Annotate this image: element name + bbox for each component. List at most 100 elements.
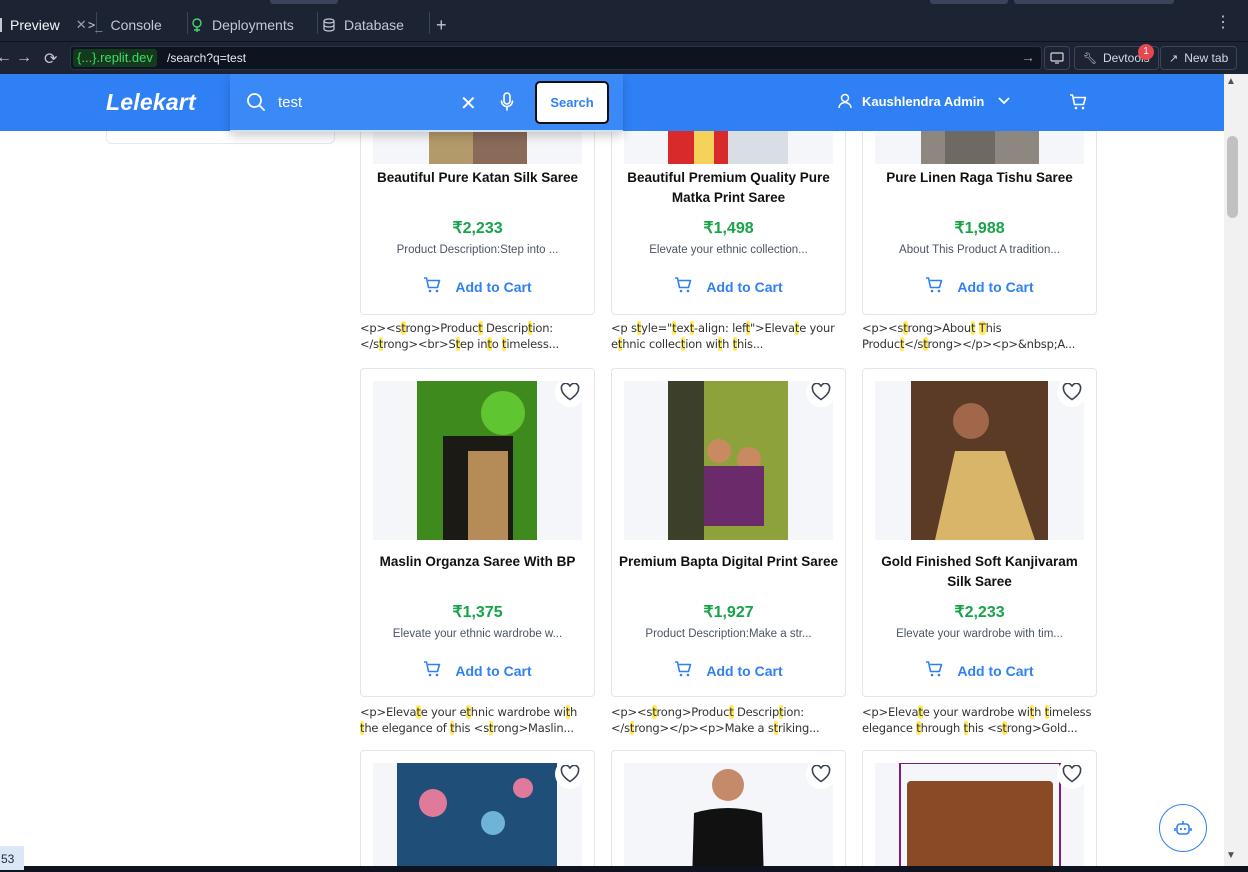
new-tab-button[interactable]: + [436,10,447,40]
product-card[interactable]: Gold Finished Soft Kanjivaram Silk Saree… [862,368,1097,697]
product-image[interactable] [875,763,1084,866]
product-name[interactable]: Gold Finished Soft Kanjivaram Silk Saree [869,552,1090,592]
open-new-tab-button[interactable]: ↗ New tab [1160,46,1238,70]
product-description: Product Description:Make a str... [645,628,812,640]
product-description: Product Description:Step into ... [396,244,559,256]
tab-label: Deployments [212,17,294,33]
heart-icon[interactable] [555,377,585,407]
add-to-cart-button[interactable]: Add to Cart [361,660,594,681]
user-name: Kaushlendra Admin [862,93,985,109]
add-to-cart-button[interactable]: Add to Cart [612,276,845,297]
raw-description-snippet: <p><strong>Product Description: </strong>… [360,321,560,351]
wrench-icon: 🔧︎ [1083,52,1097,65]
close-icon[interactable]: ✕ [76,17,87,33]
add-to-cart-button[interactable]: Add to Cart [863,660,1096,681]
tab-preview[interactable]: Preview ✕ [0,10,97,40]
add-to-cart-label: Add to Cart [957,278,1034,295]
heart-icon[interactable] [555,759,585,789]
raw-description-snippet: <p><strong>About This Product</strong></p… [862,321,1076,351]
raw-description-snippet: <p>Elevate your wardrobe with timeless el… [862,705,1092,735]
url-field[interactable]: {...}.replit.dev /search?q=test → [70,46,1042,70]
top-indicator [270,0,338,4]
chat-assistant-button[interactable] [1159,804,1207,852]
back-icon[interactable]: ← [0,49,12,67]
product-name[interactable]: Premium Bapta Digital Print Saree [618,552,839,572]
microphone-icon[interactable] [500,92,514,112]
add-to-cart-label: Add to Cart [455,662,532,679]
preview-viewport: Lelekart test ✕ Search Kaushlendra Admin… [0,74,1224,866]
product-image[interactable] [624,381,833,540]
raw-description-snippet: <p><strong>Product Description: </strong>… [611,705,820,735]
device-toggle-button[interactable] [1044,46,1070,70]
robot-icon [1174,821,1192,835]
external-link-icon: ↗ [1169,52,1179,65]
scroll-thumb[interactable] [1227,136,1238,218]
user-icon [838,93,852,109]
tab-console[interactable]: >_ Console [88,10,188,40]
raw-description-snippet: <p style="text-align: left">Elevate your… [611,321,835,351]
site-header: Lelekart test ✕ Search Kaushlendra Admin [0,74,1224,132]
cart-icon [925,276,943,297]
product-name[interactable]: Beautiful Pure Katan Silk Saree [367,168,588,188]
site-logo[interactable]: Lelekart [106,89,196,116]
cart-icon [674,660,692,681]
product-card[interactable] [360,750,595,866]
add-to-cart-button[interactable]: Add to Cart [361,276,594,297]
product-card[interactable]: Maslin Organza Saree With BP ₹1,375 Elevat… [360,368,595,697]
product-name[interactable]: Pure Linen Raga Tishu Saree [869,168,1090,188]
product-price: ₹1,498 [703,220,754,237]
add-to-cart-label: Add to Cart [706,662,783,679]
add-to-cart-label: Add to Cart [957,662,1034,679]
raw-description-snippet: <p>Elevate your ethnic wardrobe with the … [360,705,578,735]
product-price: ₹1,927 [703,604,754,621]
product-description: Elevate your ethnic wardrobe w... [392,628,563,640]
product-image[interactable] [875,381,1084,540]
search-button[interactable]: Search [535,81,609,124]
user-menu[interactable]: Kaushlendra Admin [838,93,1010,109]
product-card[interactable]: Premium Bapta Digital Print Saree ₹1,927 P… [611,368,846,697]
database-icon [323,18,335,32]
product-price: ₹2,233 [954,604,1005,621]
go-arrow-icon[interactable]: → [1021,49,1035,65]
reload-icon[interactable]: ⟳ [44,49,57,69]
top-indicator [1014,0,1174,4]
tab-label: Preview [10,17,60,33]
forward-icon[interactable]: → [16,49,32,67]
ide-tab-bar: Preview ✕ >_ Console Deployments Databas… [0,0,1248,42]
product-name[interactable]: Maslin Organza Saree With BP [367,552,588,572]
search-input[interactable]: test [278,94,302,111]
heart-icon[interactable] [1057,377,1087,407]
product-image[interactable] [373,763,582,866]
cart-icon[interactable] [1069,93,1087,111]
search-bar: test ✕ Search [230,74,623,132]
product-card[interactable] [611,750,846,866]
product-card[interactable] [862,750,1097,866]
scroll-up-icon[interactable]: ▲ [1226,76,1236,87]
cart-icon [674,276,692,297]
heart-icon[interactable] [1057,759,1087,789]
more-options-icon[interactable]: ⋮ [1215,12,1231,32]
product-image[interactable] [624,763,833,866]
heart-icon[interactable] [806,377,836,407]
terminal-icon: >_ [88,18,103,32]
deployments-icon [192,18,202,32]
product-description: Elevate your wardrobe with tim... [896,628,1063,640]
search-icon [247,93,265,111]
url-domain: {...}.replit.dev [73,49,157,67]
tab-database[interactable]: Database [322,10,430,40]
tab-label: Database [344,17,404,33]
product-description: Elevate your ethnic collection... [649,244,808,256]
scroll-down-icon[interactable]: ▼ [1226,850,1236,861]
product-price: ₹1,375 [452,604,503,621]
product-name[interactable]: Beautiful Premium Quality Pure Matka Pri… [618,168,839,208]
add-to-cart-label: Add to Cart [706,278,783,295]
product-image[interactable] [373,381,582,540]
heart-icon[interactable] [806,759,836,789]
clear-icon[interactable]: ✕ [460,91,477,116]
chevron-down-icon [998,97,1010,105]
tab-deployments[interactable]: Deployments [190,10,318,40]
add-to-cart-button[interactable]: Add to Cart [612,660,845,681]
preview-url-bar: ← → ⟳ {...}.replit.dev /search?q=test → … [0,42,1248,74]
page-scrollbar[interactable]: ▲ ▼ [1224,74,1248,866]
add-to-cart-button[interactable]: Add to Cart [863,276,1096,297]
